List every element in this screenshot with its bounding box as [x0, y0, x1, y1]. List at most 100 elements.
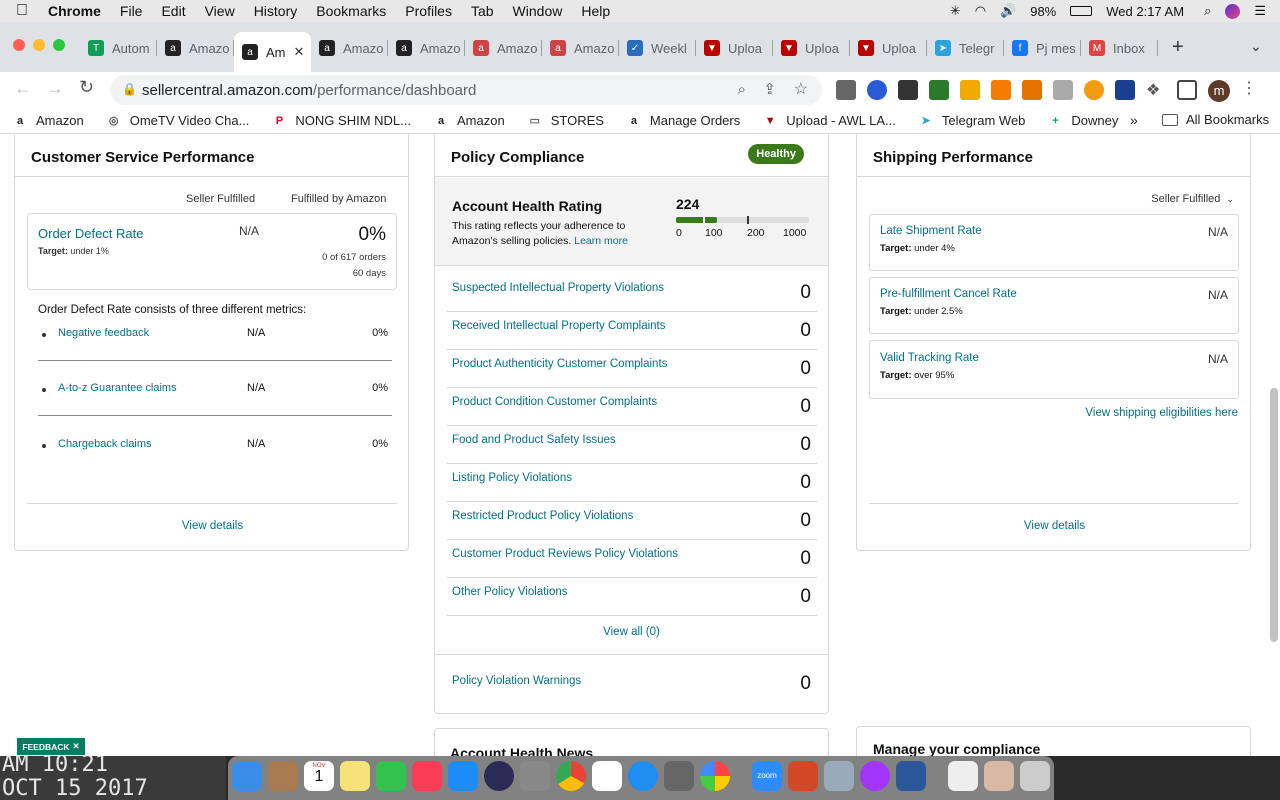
- cs-view-details-link[interactable]: View details: [15, 520, 410, 532]
- policy-row-label[interactable]: Food and Product Safety Issues: [452, 434, 616, 446]
- control-center-icon[interactable]: ☰: [1254, 3, 1266, 19]
- tab[interactable]: f Pj mes: [1004, 34, 1081, 62]
- menu-edit[interactable]: Edit: [161, 3, 185, 19]
- policy-row[interactable]: Customer Product Reviews Policy Violatio…: [447, 540, 817, 578]
- address-bar[interactable]: 🔒 sellercentral.amazon.com/performance/d…: [110, 75, 822, 105]
- policy-row[interactable]: Food and Product Safety Issues 0: [447, 426, 817, 464]
- extensions-puzzle-icon[interactable]: ❖: [1146, 80, 1166, 100]
- shipping-metric[interactable]: Valid Tracking Rate Target: over 95% N/A: [869, 340, 1239, 399]
- shipping-metric[interactable]: Pre-fulfillment Cancel Rate Target: unde…: [869, 277, 1239, 334]
- tab[interactable]: ▼ Uploa: [850, 34, 927, 62]
- trash-icon[interactable]: [1020, 761, 1050, 791]
- minimize-window-button[interactable]: [33, 39, 45, 51]
- zoom-lens-icon[interactable]: ⌕: [738, 81, 746, 98]
- policy-row-label[interactable]: Received Intellectual Property Complaint…: [452, 320, 666, 332]
- chrome-icon[interactable]: [556, 761, 586, 791]
- page-scrollbar[interactable]: [1270, 388, 1278, 642]
- bookmark-item[interactable]: a Amazon: [433, 113, 505, 129]
- tab[interactable]: ✓ Weekl: [619, 34, 696, 62]
- bluetooth-icon[interactable]: ✳: [950, 3, 961, 19]
- tab[interactable]: a Amazo: [465, 34, 542, 62]
- tab[interactable]: a Amazo: [388, 34, 465, 62]
- shipping-metric[interactable]: Late Shipment Rate Target: under 4% N/A: [869, 214, 1239, 271]
- bookmarks-overflow-icon[interactable]: »: [1130, 112, 1138, 128]
- shipping-view-details-link[interactable]: View details: [857, 520, 1252, 532]
- preview-icon[interactable]: [824, 761, 854, 791]
- bookmark-item[interactable]: ▭ STORES: [527, 113, 604, 129]
- extension-plus-icon[interactable]: [960, 80, 980, 100]
- policy-row[interactable]: Received Intellectual Property Complaint…: [447, 312, 817, 350]
- reload-icon[interactable]: ↻: [79, 77, 94, 98]
- zoom-icon[interactable]: zoom: [752, 761, 782, 791]
- volume-icon[interactable]: 🔊: [1000, 3, 1016, 19]
- bookmark-item[interactable]: ▼ Upload - AWL LA...: [762, 113, 896, 129]
- policy-row[interactable]: Listing Policy Violations 0: [447, 464, 817, 502]
- apple-icon[interactable]: : [16, 2, 34, 20]
- powerpoint-icon[interactable]: [788, 761, 818, 791]
- metric-label[interactable]: A-to-z Guarantee claims: [58, 382, 177, 394]
- feedback-tab[interactable]: FEEDBACK ✕: [17, 738, 85, 755]
- bookmark-star-icon[interactable]: ☆: [794, 79, 808, 99]
- extension-js-icon[interactable]: [991, 80, 1011, 100]
- launchpad-icon[interactable]: [664, 761, 694, 791]
- calendar-icon[interactable]: NOV 1: [304, 761, 334, 791]
- tab-search-chevron-icon[interactable]: ⌄: [1250, 38, 1262, 55]
- policy-row[interactable]: Product Condition Customer Complaints 0: [447, 388, 817, 426]
- menu-file[interactable]: File: [120, 3, 143, 19]
- menu-tab[interactable]: Tab: [471, 3, 494, 19]
- tab[interactable]: ▼ Uploa: [696, 34, 773, 62]
- extension-blue-icon[interactable]: [867, 80, 887, 100]
- photos-icon[interactable]: [700, 761, 730, 791]
- new-tab-button[interactable]: +: [1172, 36, 1184, 59]
- tab[interactable]: a Amazo: [311, 34, 388, 62]
- menu-window[interactable]: Window: [513, 3, 563, 19]
- bookmark-item[interactable]: a Manage Orders: [626, 113, 740, 129]
- menu-profiles[interactable]: Profiles: [405, 3, 452, 19]
- chrome-menu-icon[interactable]: ⋮: [1241, 80, 1257, 102]
- clock[interactable]: Wed 2:17 AM: [1106, 4, 1184, 19]
- system-preferences-icon[interactable]: [520, 761, 550, 791]
- extension-arrow-icon[interactable]: [898, 80, 918, 100]
- policy-row-label[interactable]: Listing Policy Violations: [452, 472, 572, 484]
- shipping-metric-label[interactable]: Valid Tracking Rate: [880, 352, 979, 364]
- bookmark-item[interactable]: + Downey: [1047, 113, 1118, 129]
- menu-view[interactable]: View: [205, 3, 235, 19]
- policy-row[interactable]: Other Policy Violations 0: [447, 578, 817, 616]
- menu-history[interactable]: History: [254, 3, 298, 19]
- profile-avatar[interactable]: m: [1208, 80, 1230, 102]
- photo-thumbnail-icon[interactable]: [984, 761, 1014, 791]
- policy-row[interactable]: Restricted Product Policy Violations 0: [447, 502, 817, 540]
- learn-more-link[interactable]: Learn more: [574, 235, 628, 247]
- wifi-icon[interactable]: ◠: [975, 3, 986, 19]
- extension-rs-icon[interactable]: [929, 80, 949, 100]
- tab[interactable]: a Amazo: [157, 34, 234, 62]
- policy-row-label[interactable]: Suspected Intellectual Property Violatio…: [452, 282, 664, 294]
- spotlight-icon[interactable]: ⌕: [1204, 3, 1211, 19]
- siri-dock-icon[interactable]: [484, 761, 514, 791]
- odr-box[interactable]: Order Defect Rate Target: under 1% N/A 0…: [27, 213, 397, 290]
- reminders-icon[interactable]: [592, 761, 622, 791]
- all-bookmarks[interactable]: All Bookmarks: [1162, 112, 1269, 127]
- policy-warnings-label[interactable]: Policy Violation Warnings: [452, 675, 581, 687]
- view-all-link[interactable]: View all (0): [435, 626, 828, 638]
- metric-label[interactable]: Chargeback claims: [58, 438, 152, 450]
- close-icon[interactable]: ✕: [73, 741, 80, 752]
- policy-row[interactable]: Suspected Intellectual Property Violatio…: [447, 274, 817, 312]
- policy-row-label[interactable]: Customer Product Reviews Policy Violatio…: [452, 548, 678, 560]
- policy-row-label[interactable]: Restricted Product Policy Violations: [452, 510, 633, 522]
- share-icon[interactable]: ⇪: [763, 80, 776, 98]
- music-icon[interactable]: [412, 761, 442, 791]
- close-tab-icon[interactable]: ✕: [294, 44, 305, 60]
- tab[interactable]: M Inbox: [1081, 34, 1158, 62]
- notes-icon[interactable]: [340, 761, 370, 791]
- menu-app-name[interactable]: Chrome: [48, 3, 101, 19]
- bookmark-item[interactable]: a Amazon: [12, 113, 84, 129]
- finder-icon[interactable]: [232, 761, 262, 791]
- document-thumbnail-icon[interactable]: [948, 761, 978, 791]
- battery-icon[interactable]: [1070, 6, 1093, 16]
- tab[interactable]: T Autom: [80, 34, 157, 62]
- policy-row-label[interactable]: Product Condition Customer Complaints: [452, 396, 657, 408]
- app-store-icon[interactable]: [448, 761, 478, 791]
- shipping-eligibilities-link[interactable]: View shipping eligibilities here: [1085, 407, 1238, 419]
- extension-off2-icon[interactable]: [1022, 80, 1042, 100]
